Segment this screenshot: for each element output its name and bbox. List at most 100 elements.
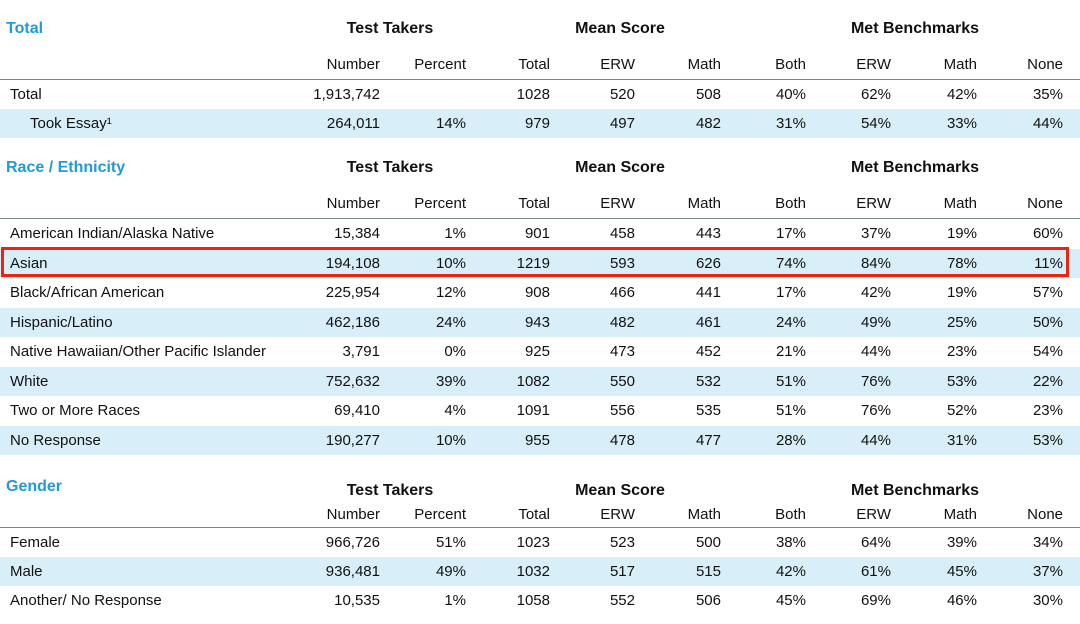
column-header: Percent (414, 506, 466, 523)
group-test-takers: Test Takers (346, 20, 434, 37)
row-label: White (10, 372, 49, 390)
table-cell: 966,726 (325, 534, 380, 551)
column-header: ERW (600, 56, 635, 73)
table-cell: 25% (946, 313, 977, 331)
table-cell: 10% (435, 431, 466, 449)
table-cell: 1032 (516, 563, 550, 580)
table-cell: 35% (1032, 86, 1063, 103)
table-cell: 62% (860, 86, 891, 103)
table-cell: 443 (695, 225, 721, 242)
column-header: ERW (600, 506, 635, 523)
table-cell: 955 (524, 431, 550, 449)
table-cell: 60% (1032, 225, 1063, 242)
table-cell: 53% (946, 372, 977, 390)
table-row: Male 936,481 49% 1032 517 515 42% 61% 45% 37% (0, 557, 1080, 586)
table-cell: 19% (946, 225, 977, 242)
table-cell: 37% (1032, 563, 1063, 580)
row-label: Another/ No Response (10, 592, 162, 609)
column-header: Number (326, 195, 380, 212)
group-mean-score: Mean Score (575, 482, 665, 499)
group-met-benchmarks: Met Benchmarks (850, 482, 980, 499)
table-cell: 452 (695, 343, 721, 360)
row-label: Hispanic/Latino (10, 313, 113, 331)
column-header: Total (518, 56, 550, 73)
table-cell: 24% (775, 313, 806, 331)
table-cell: 477 (695, 431, 721, 449)
table-cell: 23% (1032, 402, 1063, 419)
column-header: Percent (414, 195, 466, 212)
table-cell: 61% (860, 563, 891, 580)
table-cell: 51% (775, 402, 806, 419)
section-title: Total (6, 20, 44, 37)
section-gender: Gender Test Takers Mean Score Met Benchmark… (0, 478, 1080, 615)
row-label: Asian (10, 254, 48, 272)
table-cell: 49% (860, 313, 891, 331)
section-title: Race / Ethnicity (6, 159, 126, 176)
column-header: ERW (600, 195, 635, 212)
table-cell: 979 (524, 115, 550, 132)
column-header: Number (326, 506, 380, 523)
table-cell: 908 (524, 284, 550, 301)
table-cell: 31% (775, 115, 806, 132)
section-race-ethnicity: Race / Ethnicity Test Takers Mean Score Met… (0, 159, 1080, 455)
table-row: Another/ No Response 10,535 1% 1058 552 506 45… (0, 586, 1080, 615)
column-header: ERW (856, 56, 891, 73)
group-met-benchmarks: Met Benchmarks (850, 20, 980, 37)
table-cell: 30% (1032, 592, 1063, 609)
row-label: Total (10, 86, 42, 103)
row-label: Female (10, 534, 61, 551)
column-header: None (1027, 195, 1063, 212)
table-cell: 752,632 (325, 372, 380, 390)
table-cell: 535 (695, 402, 721, 419)
section-title: Gender (6, 478, 63, 495)
column-header: Both (775, 56, 806, 73)
column-header: Math (687, 195, 721, 212)
table-cell: 54% (1032, 343, 1063, 360)
table-cell: 42% (860, 284, 891, 301)
table-cell: 37% (860, 225, 891, 242)
table-cell: 28% (775, 431, 806, 449)
table-row: American Indian/Alaska Native 15,384 1% 901… (0, 219, 1080, 249)
table-cell: 44% (860, 431, 891, 449)
column-header: Percent (414, 56, 466, 73)
table-cell: 466 (609, 284, 635, 301)
table-cell: 11% (1034, 254, 1063, 272)
table-cell: 550 (609, 372, 635, 390)
table-cell: 69,410 (334, 402, 380, 419)
row-label: Male (10, 563, 43, 580)
group-mean-score: Mean Score (575, 159, 665, 176)
table-cell: 500 (695, 534, 721, 551)
table-cell: 593 (609, 254, 635, 272)
table-cell: 17% (775, 225, 806, 242)
table-cell: 17% (775, 284, 806, 301)
table-cell: 31% (946, 431, 977, 449)
table-cell: 51% (775, 372, 806, 390)
table-cell: 15,384 (334, 225, 380, 242)
table-row: Hispanic/Latino 462,186 24% 943 482 461 24% 49%… (0, 307, 1080, 337)
table-cell: 45% (775, 592, 806, 609)
section-header: Race / Ethnicity Test Takers Mean Score Met… (0, 159, 1080, 189)
table-cell: 1% (444, 592, 466, 609)
table-cell: 42% (775, 563, 806, 580)
table-cell: 46% (946, 592, 977, 609)
column-header: None (1027, 506, 1063, 523)
column-header: ERW (856, 195, 891, 212)
row-label: No Response (10, 431, 101, 449)
section-total: Total Test Takers Mean Score Met Benchmarks… (0, 20, 1080, 138)
table-cell: 552 (609, 592, 635, 609)
column-header: Number (326, 56, 380, 73)
table-row: Took Essay¹ 264,011 14% 979 497 482 31% 54% 33% 4… (0, 109, 1080, 138)
table-cell: 24% (435, 313, 466, 331)
table-cell: 42% (946, 86, 977, 103)
group-met-benchmarks: Met Benchmarks (850, 159, 980, 176)
table-cell: 1091 (516, 402, 550, 419)
table-cell: 0% (444, 343, 466, 360)
column-header: Math (687, 506, 721, 523)
table-cell: 626 (695, 254, 721, 272)
table-cell: 10% (435, 254, 466, 272)
column-header: ERW (856, 506, 891, 523)
table-cell: 1058 (516, 592, 550, 609)
table-cell: 21% (775, 343, 806, 360)
column-header: Total (518, 195, 550, 212)
table-cell: 12% (435, 284, 466, 301)
